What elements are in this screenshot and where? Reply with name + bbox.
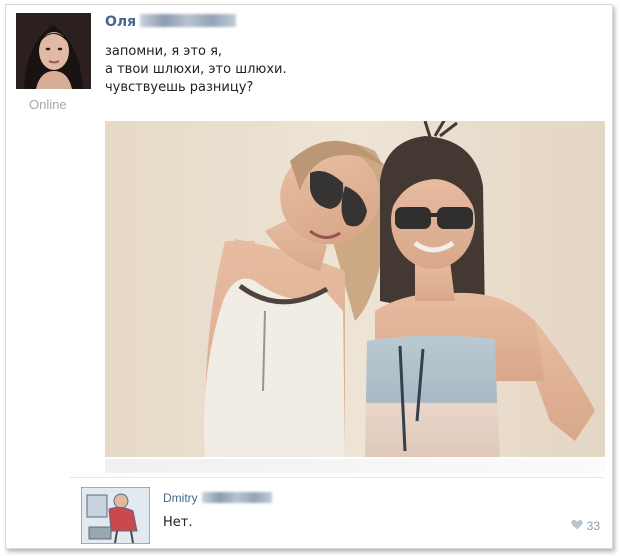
- post-photo[interactable]: [105, 121, 605, 457]
- post-author-name[interactable]: Оля: [105, 14, 237, 30]
- screenshot-frame: Online Оля запомни, я это я, а твои шлюх…: [5, 4, 613, 549]
- blurred-surname: [201, 492, 272, 503]
- post-text-line: чувствуешь разницу?: [105, 80, 254, 95]
- like-button[interactable]: 33: [570, 519, 600, 533]
- comment-text: Нет.: [163, 515, 193, 530]
- post-text-line: запомни, я это я,: [105, 44, 223, 59]
- heart-icon: [570, 519, 583, 533]
- post-text-line: а твои шлюхи, это шлюхи.: [105, 62, 287, 77]
- online-status: Online: [29, 97, 67, 112]
- comment-author-name[interactable]: Dmitry: [163, 491, 272, 505]
- comment-author-first-name: Dmitry: [163, 491, 198, 505]
- divider: [70, 477, 604, 478]
- post-author-avatar[interactable]: [16, 13, 91, 89]
- post-author-first-name: Оля: [105, 14, 137, 30]
- blurred-surname: [140, 14, 237, 27]
- post-text: запомни, я это я, а твои шлюхи, это шлюх…: [105, 43, 287, 97]
- comment-author-avatar[interactable]: [81, 487, 150, 544]
- photo-caption-area: [105, 459, 605, 473]
- like-count: 33: [586, 519, 600, 533]
